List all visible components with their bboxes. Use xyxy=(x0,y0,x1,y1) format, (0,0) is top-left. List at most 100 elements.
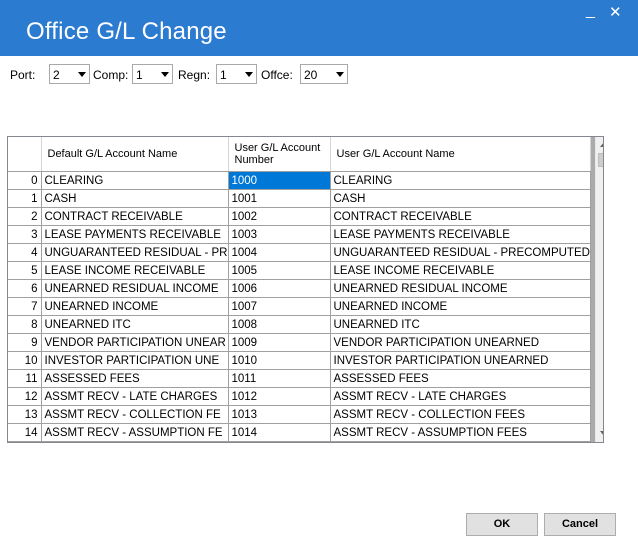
table-row[interactable]: 2 CONTRACT RECEIVABLE 1002 CONTRACT RECEIVA… xyxy=(8,207,591,226)
column-header-default-name[interactable]: Default G/L Account Name xyxy=(41,137,229,172)
close-button[interactable]: ✕ xyxy=(609,5,622,20)
user-account-number-cell[interactable]: 1010 xyxy=(227,351,331,370)
table-row[interactable]: 12 ASSMT RECV - LATE CHARGES 1012 ASSMT REC… xyxy=(8,387,591,406)
row-index: 0 xyxy=(8,171,42,190)
port-label: Port: xyxy=(10,68,36,82)
table-row[interactable]: 0 CLEARING 1000 CLEARING xyxy=(8,171,591,190)
user-account-name-cell[interactable]: ASSESSED FEES xyxy=(329,369,591,388)
default-account-name-cell[interactable]: INVESTOR PARTICIPATION UNE xyxy=(40,351,229,370)
table-row[interactable]: 6 UNEARNED RESIDUAL INCOME 1006 UNEARNED RE… xyxy=(8,279,591,298)
default-account-name-cell[interactable]: ASSESSED FEES xyxy=(40,369,229,388)
comp-select[interactable]: 1 xyxy=(132,64,173,84)
default-account-name-cell[interactable]: ASSMT RECV - COLLECTION FE xyxy=(40,405,229,424)
user-account-name-cell[interactable]: LEASE PAYMENTS RECEIVABLE xyxy=(329,225,591,244)
table-row[interactable]: 7 UNEARNED INCOME 1007 UNEARNED INCOME xyxy=(8,297,591,316)
regn-value: 1 xyxy=(220,68,227,82)
chevron-down-icon xyxy=(161,72,169,77)
user-account-name-cell[interactable]: UNEARNED ITC xyxy=(329,315,591,334)
user-account-number-cell[interactable]: 1013 xyxy=(227,405,331,424)
user-account-name-cell[interactable]: ASSMT RECV - COLLECTION FEES xyxy=(329,405,591,424)
table-row[interactable]: 9 VENDOR PARTICIPATION UNEAR 1009 VENDOR PA… xyxy=(8,333,591,352)
row-index: 14 xyxy=(8,423,42,442)
row-index: 5 xyxy=(8,261,42,280)
default-account-name-cell[interactable]: ASSMT RECV - LATE CHARGES xyxy=(40,387,229,406)
row-index: 7 xyxy=(8,297,42,316)
row-index: 12 xyxy=(8,387,42,406)
user-account-number-cell[interactable]: 1008 xyxy=(227,315,331,334)
ok-button[interactable]: OK xyxy=(466,513,538,536)
default-account-name-cell[interactable]: CLEARING xyxy=(40,171,229,190)
scroll-down-icon[interactable] xyxy=(600,431,603,436)
user-account-name-cell[interactable]: CASH xyxy=(329,189,591,208)
table-row[interactable]: 3 LEASE PAYMENTS RECEIVABLE 1003 LEASE PAYM… xyxy=(8,225,591,244)
header-row: Default G/L Account Name User G/L Accoun… xyxy=(8,137,591,172)
row-index: 10 xyxy=(8,351,42,370)
user-account-number-cell[interactable]: 1009 xyxy=(227,333,331,352)
table-row[interactable]: 4 UNGUARANTEED RESIDUAL - PR 1004 UNGUARANT… xyxy=(8,243,591,262)
row-index: 4 xyxy=(8,243,42,262)
table-row[interactable]: 13 ASSMT RECV - COLLECTION FE 1013 ASSMT RE… xyxy=(8,405,591,424)
user-account-name-cell[interactable]: UNEARNED RESIDUAL INCOME xyxy=(329,279,591,298)
default-account-name-cell[interactable]: VENDOR PARTICIPATION UNEAR xyxy=(40,333,229,352)
user-account-number-cell[interactable]: 1007 xyxy=(227,297,331,316)
user-account-name-cell[interactable]: ASSMT RECV - ASSUMPTION FEES xyxy=(329,423,591,442)
default-account-name-cell[interactable]: LEASE INCOME RECEIVABLE xyxy=(40,261,229,280)
default-account-name-cell[interactable]: UNGUARANTEED RESIDUAL - PR xyxy=(40,243,229,262)
default-account-name-cell[interactable]: LEASE PAYMENTS RECEIVABLE xyxy=(40,225,229,244)
title-bar: Office G/L Change _ ✕ xyxy=(0,0,638,56)
row-index: 2 xyxy=(8,207,42,226)
default-account-name-cell[interactable]: ASSMT RECV - ASSUMPTION FE xyxy=(40,423,229,442)
row-index: 13 xyxy=(8,405,42,424)
default-account-name-cell[interactable]: UNEARNED RESIDUAL INCOME xyxy=(40,279,229,298)
cancel-button[interactable]: Cancel xyxy=(544,513,616,536)
user-account-number-cell[interactable]: 1004 xyxy=(227,243,331,262)
user-account-name-cell[interactable]: UNEARNED INCOME xyxy=(329,297,591,316)
comp-value: 1 xyxy=(136,68,143,82)
port-value: 2 xyxy=(53,68,60,82)
column-header-user-number[interactable]: User G/L Account Number xyxy=(228,137,331,172)
window-title: Office G/L Change xyxy=(26,18,227,45)
user-account-name-cell[interactable]: INVESTOR PARTICIPATION UNEARNED xyxy=(329,351,591,370)
user-account-number-cell[interactable]: 1005 xyxy=(227,261,331,280)
default-account-name-cell[interactable]: CASH xyxy=(40,189,229,208)
default-account-name-cell[interactable]: UNEARNED INCOME xyxy=(40,297,229,316)
row-index: 1 xyxy=(8,189,42,208)
table-row[interactable]: 1 CASH 1001 CASH xyxy=(8,189,591,208)
column-header-user-name[interactable]: User G/L Account Name xyxy=(330,137,591,172)
user-account-number-cell[interactable]: 1012 xyxy=(227,387,331,406)
port-select[interactable]: 2 xyxy=(49,64,90,84)
row-index: 6 xyxy=(8,279,42,298)
user-account-name-cell[interactable]: ASSMT RECV - LATE CHARGES xyxy=(329,387,591,406)
gl-account-grid[interactable]: Default G/L Account Name User G/L Accoun… xyxy=(7,136,604,443)
user-account-number-cell[interactable]: 1003 xyxy=(227,225,331,244)
comp-label: Comp: xyxy=(93,68,129,82)
user-account-name-cell[interactable]: VENDOR PARTICIPATION UNEARNED xyxy=(329,333,591,352)
scroll-up-icon[interactable] xyxy=(600,142,603,147)
regn-select[interactable]: 1 xyxy=(216,64,257,84)
user-account-number-cell[interactable]: 1002 xyxy=(227,207,331,226)
chevron-down-icon xyxy=(336,72,344,77)
table-row[interactable]: 5 LEASE INCOME RECEIVABLE 1005 LEASE INCOME… xyxy=(8,261,591,280)
offce-value: 20 xyxy=(304,68,318,82)
minimize-button[interactable]: _ xyxy=(586,3,595,19)
default-account-name-cell[interactable]: CONTRACT RECEIVABLE xyxy=(40,207,229,226)
user-account-number-cell[interactable]: 1000 xyxy=(227,171,331,190)
vertical-scrollbar[interactable] xyxy=(595,137,603,442)
user-account-number-cell[interactable]: 1011 xyxy=(227,369,331,388)
user-account-number-cell[interactable]: 1001 xyxy=(227,189,331,208)
user-account-number-cell[interactable]: 1006 xyxy=(227,279,331,298)
row-index: 9 xyxy=(8,333,42,352)
scroll-thumb[interactable] xyxy=(598,153,603,167)
user-account-name-cell[interactable]: UNGUARANTEED RESIDUAL - PRECOMPUTED xyxy=(329,243,591,262)
user-account-number-cell[interactable]: 1014 xyxy=(227,423,331,442)
table-row[interactable]: 11 ASSESSED FEES 1011 ASSESSED FEES xyxy=(8,369,591,388)
user-account-name-cell[interactable]: CONTRACT RECEIVABLE xyxy=(329,207,591,226)
table-row[interactable]: 10 INVESTOR PARTICIPATION UNE 1010 INVESTOR… xyxy=(8,351,591,370)
user-account-name-cell[interactable]: LEASE INCOME RECEIVABLE xyxy=(329,261,591,280)
default-account-name-cell[interactable]: UNEARNED ITC xyxy=(40,315,229,334)
offce-select[interactable]: 20 xyxy=(300,64,348,84)
row-index: 11 xyxy=(8,369,42,388)
user-account-name-cell[interactable]: CLEARING xyxy=(329,171,591,190)
table-row[interactable]: 8 UNEARNED ITC 1008 UNEARNED ITC xyxy=(8,315,591,334)
table-row[interactable]: 14 ASSMT RECV - ASSUMPTION FE 1014 ASSMT RE… xyxy=(8,423,591,442)
